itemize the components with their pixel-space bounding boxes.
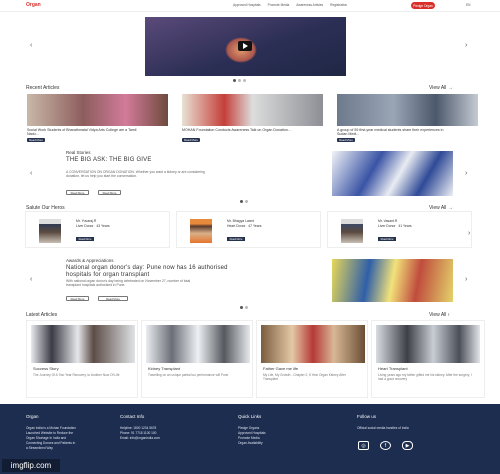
latest-article-image <box>261 325 365 363</box>
footer-contact-title: Contact Info <box>120 414 145 419</box>
awards-image <box>332 259 453 302</box>
latest-article-image <box>146 325 250 363</box>
latest-article-desc: Travelling on an unique partial too perf… <box>148 373 229 377</box>
nav-link-approved-hospitals[interactable]: Approved Hospitals <box>233 3 261 7</box>
hero-type: Heart Donor 47 Years <box>227 223 262 228</box>
latest-article-desc: My Life, My Growth - Chapter 2, 5 Year O… <box>263 373 346 381</box>
site-logo[interactable]: Organ <box>26 2 41 8</box>
awards-body: With national organ donor's day being ce… <box>66 279 191 288</box>
latest-article-image <box>31 325 135 363</box>
article-image[interactable] <box>182 94 323 126</box>
hero-card[interactable]: Mr. Bhagya Laxmi Heart Donor 47 Years Re… <box>176 211 321 248</box>
instagram-icon[interactable]: ◎ <box>358 441 369 450</box>
latest-article-title: Success Story <box>33 366 59 371</box>
latest-article-desc: The Journey Of A Two Year Recovery, to A… <box>33 373 120 377</box>
real-stories-heading: Real Stories <box>66 150 91 155</box>
nav-link-registration[interactable]: Registration <box>330 3 347 7</box>
play-icon[interactable] <box>238 41 252 51</box>
hero-card[interactable]: Mr. Vasant.R Liver Donor 41 Years Read M… <box>327 211 472 248</box>
hero-dot[interactable] <box>243 79 246 82</box>
hero-video[interactable] <box>145 17 346 76</box>
article-image[interactable] <box>337 94 478 126</box>
real-stories-body: A CONVERSATION ON ORGAN DONATION. Whethe… <box>66 170 205 179</box>
read-more-button[interactable]: Read More <box>182 138 200 142</box>
hero-type: Liver Donor 41 Years <box>378 223 412 228</box>
article-image[interactable] <box>27 94 168 126</box>
youtube-icon[interactable]: ▶ <box>402 441 413 450</box>
awards-dot[interactable] <box>245 306 248 309</box>
hero-pagination <box>233 79 246 82</box>
stories-prev-arrow-icon[interactable]: ‹ <box>30 170 32 177</box>
read-more-button[interactable]: Read More <box>378 237 396 241</box>
article-caption: Social Work Students of Bharathmatal Vid… <box>27 128 137 136</box>
footer-quick-links: Pledge Organs Approved Hospitals Promote… <box>238 426 266 446</box>
awards-next-arrow-icon[interactable]: › <box>465 276 467 283</box>
article-caption: MOHAN Foundation Conducts Awareness Talk… <box>182 128 291 132</box>
language-selector[interactable]: EN <box>466 3 470 7</box>
latest-article-card[interactable]: Success Story The Journey Of A Two Year … <box>26 320 138 398</box>
awards-prev-arrow-icon[interactable]: ‹ <box>30 276 32 283</box>
awards-dot[interactable] <box>240 306 243 309</box>
stories-dot[interactable] <box>245 200 248 203</box>
nav-link-promote-media[interactable]: Promote Media <box>268 3 290 7</box>
real-stories-image <box>332 151 453 196</box>
read-more-button[interactable]: Read More <box>27 138 45 142</box>
salute-next-arrow-icon[interactable]: › <box>468 230 470 237</box>
footer-contact-text: Helpline: 1800 1234 5678 Phone: 91 7718 1… <box>120 426 160 440</box>
pledge-organ-button[interactable]: Pledge Organ <box>411 2 435 9</box>
latest-article-title: Heart Transplant <box>378 366 408 371</box>
read-more-button[interactable]: Read More <box>337 138 355 142</box>
stories-pagination <box>240 200 248 203</box>
hero-dot[interactable] <box>233 79 236 82</box>
read-more-button[interactable]: Read More <box>227 237 245 241</box>
awards-heading: Awards & Appreciations <box>66 258 114 263</box>
top-navbar: Organ Approved Hospitals Promote Media A… <box>0 0 500 12</box>
footer-org-text: Organ India is a Mohan Foundation Launche… <box>26 426 76 450</box>
latest-articles-title: Latest Articles <box>26 312 58 318</box>
latest-article-card[interactable]: Heart Transplant Living years ago my fat… <box>371 320 485 398</box>
hero-photo <box>39 219 61 243</box>
latest-article-desc: Living years ago my father gifted me his… <box>378 373 472 381</box>
latest-article-image <box>376 325 480 363</box>
hero-dot[interactable] <box>238 79 241 82</box>
real-stories-title: THE BIG ASK: THE BIG GIVE <box>66 157 152 163</box>
hero-type: Liver Donor 43 Years <box>76 223 110 228</box>
latest-article-title: Father Gave me life <box>263 366 299 371</box>
latest-article-title: Kidney Transplant <box>148 366 181 371</box>
footer-quick-links-title: Quick Links <box>238 414 262 419</box>
awards-button[interactable]: Read More <box>98 296 128 301</box>
real-stories-button[interactable]: Read More <box>98 190 121 195</box>
hero-next-arrow-icon[interactable]: › <box>465 42 467 49</box>
stories-dot[interactable] <box>240 200 243 203</box>
real-stories-button[interactable]: Read More <box>66 190 89 195</box>
footer-follow-text: Official social media handles of India <box>357 426 409 430</box>
awards-pagination <box>240 306 248 309</box>
hero-photo <box>341 219 363 243</box>
footer-follow-title: Follow us <box>357 414 377 419</box>
latest-view-all[interactable]: View All › <box>429 312 449 318</box>
nav-link-awareness-articles[interactable]: Awareness Articles <box>296 3 323 7</box>
nav-links: Approved Hospitals Promote Media Awarene… <box>233 3 347 7</box>
hero-photo <box>190 219 212 243</box>
read-more-button[interactable]: Read More <box>76 237 94 241</box>
awards-title: National organ donor's day: Pune now has… <box>66 265 228 278</box>
hero-info: Mr. Bhagya Laxmi Heart Donor 47 Years <box>227 219 262 228</box>
footer: Organ Organ India is a Mohan Foundation L… <box>0 404 500 474</box>
awards-button[interactable]: Read More <box>66 296 89 301</box>
article-caption: A group of 59 first-year medical student… <box>337 128 444 136</box>
latest-article-card[interactable]: Father Gave me life My Life, My Growth -… <box>256 320 368 398</box>
footer-org-title: Organ <box>26 414 39 419</box>
recent-articles-title: Recent Articles <box>26 85 60 91</box>
hero-prev-arrow-icon[interactable]: ‹ <box>30 42 32 49</box>
stories-next-arrow-icon[interactable]: › <box>465 170 467 177</box>
recent-articles-view-all[interactable]: View All → <box>429 85 453 91</box>
hero-info: Mr. Vasant.R Liver Donor 41 Years <box>378 219 412 228</box>
hero-info: Mr. Yuvaraj.R Liver Donor 43 Years <box>76 219 110 228</box>
facebook-icon[interactable]: f <box>380 441 391 450</box>
hero-card[interactable]: Mr. Yuvaraj.R Liver Donor 43 Years Read … <box>25 211 170 248</box>
watermark: imgflip.com <box>2 459 60 472</box>
footer-link[interactable]: Organ Availability <box>238 441 266 446</box>
latest-article-card[interactable]: Kidney Transplant Travelling on an uniqu… <box>141 320 253 398</box>
